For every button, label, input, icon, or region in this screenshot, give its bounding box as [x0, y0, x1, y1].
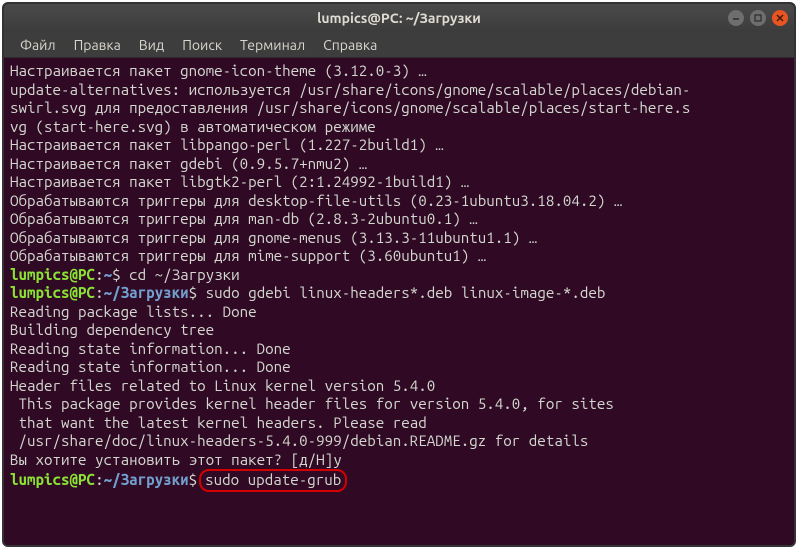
output-line: Обрабатываются триггеры для man-db (2.8.… — [10, 210, 788, 229]
prompt-path: ~/Загрузки — [104, 284, 189, 301]
command-text: sudo update-grub — [205, 471, 341, 488]
output-line: Reading state information... Done — [10, 340, 788, 359]
prompt-line: lumpics@PC:~/Загрузки$sudo update-grub — [10, 469, 788, 492]
terminal-output[interactable]: Настраивается пакет gnome-icon-theme (3.… — [4, 58, 794, 545]
output-line: Настраивается пакет libgtk2-perl (2:1.24… — [10, 173, 788, 192]
output-line: Вы хотите установить этот пакет? [д/Н]y — [10, 451, 788, 470]
prompt-userhost: lumpics@PC — [10, 471, 95, 488]
command-text: cd ~/Загрузки — [129, 266, 240, 283]
output-line: Reading state information... Done — [10, 358, 788, 377]
command-text: sudo gdebi linux-headers*.deb linux-imag… — [206, 284, 606, 301]
output-line: vg (start-here.svg) в автоматическом реж… — [10, 118, 788, 137]
menu-view[interactable]: Вид — [131, 35, 172, 55]
output-line: that want the latest kernel headers. Ple… — [10, 414, 788, 433]
output-line: Header files related to Linux kernel ver… — [10, 377, 788, 396]
menu-search[interactable]: Поиск — [174, 35, 230, 55]
maximize-button[interactable] — [750, 10, 766, 26]
close-button[interactable] — [772, 10, 788, 26]
minimize-button[interactable] — [728, 10, 744, 26]
output-line: Building dependency tree — [10, 321, 788, 340]
prompt-line: lumpics@PC:~/Загрузки$ sudo gdebi linux-… — [10, 284, 788, 303]
output-line: Настраивается пакет gnome-icon-theme (3.… — [10, 62, 788, 81]
menu-help[interactable]: Справка — [315, 35, 385, 55]
terminal-window: lumpics@PC: ~/Загрузки Файл Правка Вид П… — [2, 2, 796, 547]
prompt-userhost: lumpics@PC — [10, 266, 95, 283]
output-line: swirl.svg для предоставления /usr/share/… — [10, 99, 788, 118]
menubar: Файл Правка Вид Поиск Терминал Справка — [4, 32, 794, 58]
output-line: This package provides kernel header file… — [10, 395, 788, 414]
menu-terminal[interactable]: Терминал — [232, 35, 313, 55]
prompt-path: ~ — [104, 266, 113, 283]
prompt-dollar: $ — [189, 471, 198, 488]
menu-file[interactable]: Файл — [12, 35, 64, 55]
output-line: update-alternatives: используется /usr/s… — [10, 81, 788, 100]
window-controls — [728, 10, 788, 26]
highlighted-command: sudo update-grub — [199, 469, 347, 492]
output-line: Обрабатываются триггеры для mime-support… — [10, 247, 788, 266]
menu-edit[interactable]: Правка — [66, 35, 129, 55]
titlebar: lumpics@PC: ~/Загрузки — [4, 4, 794, 32]
window-title: lumpics@PC: ~/Загрузки — [317, 10, 481, 26]
prompt-userhost: lumpics@PC — [10, 284, 95, 301]
output-line: Настраивается пакет gdebi (0.9.5.7+nmu2)… — [10, 155, 788, 174]
output-line: Обрабатываются триггеры для desktop-file… — [10, 192, 788, 211]
output-line: /usr/share/doc/linux-headers-5.4.0-999/d… — [10, 432, 788, 451]
output-line: Reading package lists... Done — [10, 303, 788, 322]
output-line: Настраивается пакет libpango-perl (1.227… — [10, 136, 788, 155]
prompt-dollar: $ — [112, 266, 121, 283]
output-line: Обрабатываются триггеры для gnome-menus … — [10, 229, 788, 248]
prompt-line: lumpics@PC:~$ cd ~/Загрузки — [10, 266, 788, 285]
prompt-dollar: $ — [189, 284, 198, 301]
prompt-path: ~/Загрузки — [104, 471, 189, 488]
